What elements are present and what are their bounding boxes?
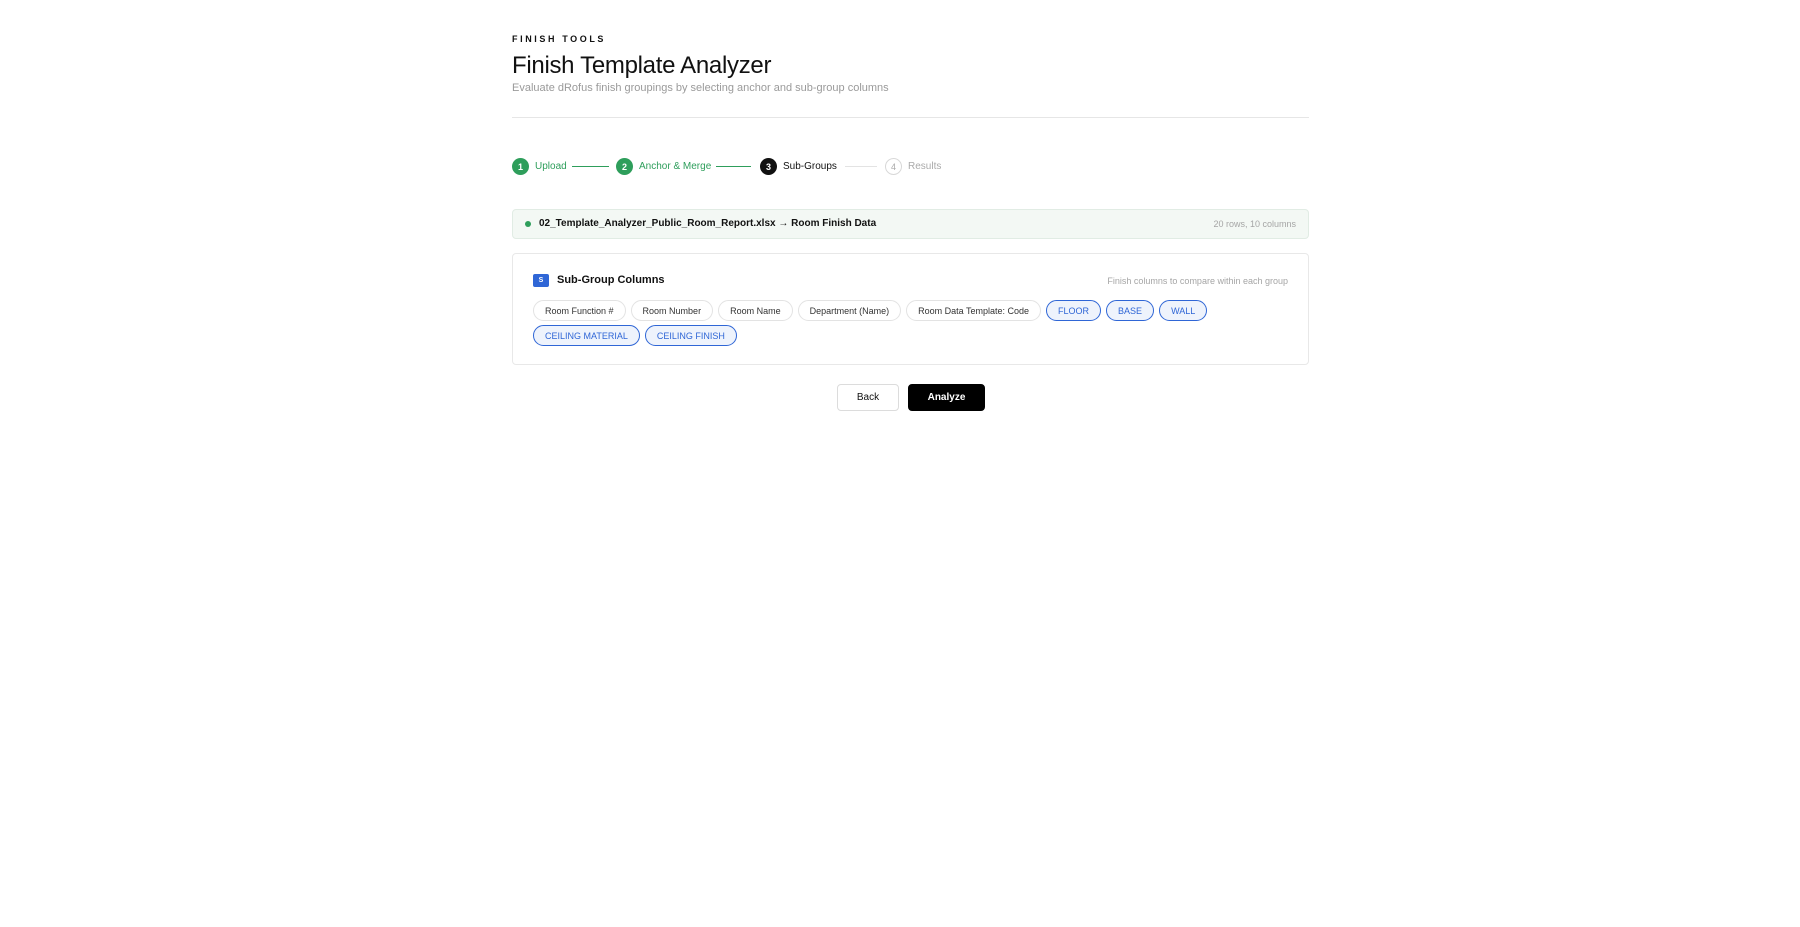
step-results: 4 Results — [885, 158, 941, 175]
column-chip-room-number[interactable]: Room Number — [630, 300, 714, 321]
column-chip-base[interactable]: BASE — [1106, 300, 1155, 321]
column-chip-room-data-template[interactable]: Room Data Template: Code — [906, 300, 1042, 321]
file-meta: 20 rows, 10 columns — [1213, 219, 1296, 229]
column-chip-list: Room Function # Room Number Room Name De… — [533, 300, 1293, 346]
column-chip-floor[interactable]: FLOOR — [1046, 300, 1102, 321]
card-hint: Finish columns to compare within each gr… — [1107, 276, 1288, 286]
column-chip-wall[interactable]: WALL — [1159, 300, 1208, 321]
page-subtitle: Evaluate dRofus finish groupings by sele… — [512, 82, 889, 94]
back-button[interactable]: Back — [837, 384, 899, 411]
header-divider — [512, 117, 1309, 118]
file-banner: 02_Template_Analyzer_Public_Room_Report.… — [512, 209, 1309, 239]
step-label: Results — [908, 161, 942, 172]
analyze-button[interactable]: Analyze — [908, 384, 985, 411]
step-anchor-merge[interactable]: 2 Anchor & Merge — [616, 158, 711, 175]
step-number-badge: 1 — [512, 158, 529, 175]
step-upload[interactable]: 1 Upload — [512, 158, 567, 175]
card-title: Sub-Group Columns — [557, 274, 665, 286]
action-bar: Back Analyze — [512, 384, 1309, 412]
step-connector — [845, 166, 877, 167]
step-number-badge: 2 — [616, 158, 633, 175]
column-chip-room-function[interactable]: Room Function # — [533, 300, 626, 321]
column-chip-ceiling-material[interactable]: CEILING MATERIAL — [533, 325, 640, 346]
sub-group-card: S Sub-Group Columns Finish columns to co… — [512, 253, 1309, 365]
step-sub-groups[interactable]: 3 Sub-Groups — [760, 158, 837, 175]
step-label: Upload — [535, 161, 567, 172]
step-connector — [716, 166, 751, 167]
column-chip-department[interactable]: Department (Name) — [797, 300, 902, 321]
eyebrow-label: FINISH TOOLS — [512, 34, 607, 44]
step-connector — [572, 166, 609, 167]
step-number-badge: 3 — [760, 158, 777, 175]
page-title: Finish Template Analyzer — [512, 52, 772, 79]
sub-group-badge-icon: S — [533, 274, 549, 287]
step-number-badge: 4 — [885, 158, 902, 175]
column-chip-ceiling-finish[interactable]: CEILING FINISH — [644, 325, 737, 346]
file-name: 02_Template_Analyzer_Public_Room_Report.… — [539, 218, 877, 229]
column-chip-room-name[interactable]: Room Name — [718, 300, 793, 321]
step-label: Sub-Groups — [783, 161, 837, 172]
step-label: Anchor & Merge — [639, 161, 712, 172]
wizard-stepper: 1 Upload 2 Anchor & Merge 3 Sub-Groups 4… — [512, 158, 1309, 175]
status-dot-icon — [525, 221, 531, 227]
